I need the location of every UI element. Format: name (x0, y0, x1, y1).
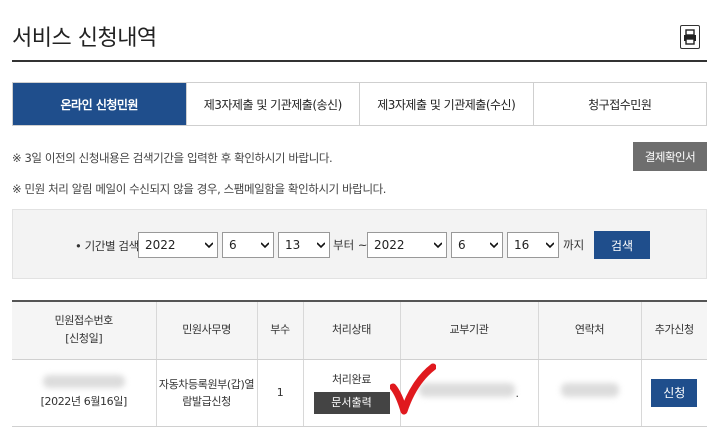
service-name-cell: 자동차등록원부(갑)열 람발급신청 (155, 359, 257, 427)
to-day-select[interactable]: 16 (507, 232, 559, 258)
col-receipt-number-label: 민원접수번호 (54, 314, 114, 328)
application-history-table: 민원접수번호 [신청일] 민원사무명 부수 처리상태 교부기관 연락처 추가신청… (12, 300, 707, 427)
red-checkmark-icon (390, 363, 436, 415)
status-text: 처리완료 (332, 373, 371, 386)
service-name-line1: 자동차등록원부(갑)열 (158, 377, 255, 391)
notice-search-period: ※ 3일 이전의 신청내용은 검색기간을 입력한 후 확인하시기 바랍니다. (12, 151, 333, 165)
col-issuing-agency: 교부기관 (399, 300, 538, 360)
agency-suffix: . (515, 387, 519, 400)
to-day-value: 16 (514, 238, 530, 252)
tab-third-party-sent[interactable]: 제3자제출 및 기관제출(송신) (185, 83, 359, 125)
to-suffix-label: 까지 (563, 238, 585, 252)
to-month-select[interactable]: 6 (451, 232, 503, 258)
tab-bar: 온라인 신청민원 제3자제출 및 기관제출(송신) 제3자제출 및 기관제출(수… (12, 82, 707, 126)
apply-date: [2022년 6월16일] (40, 395, 128, 408)
col-copies: 부수 (256, 300, 303, 360)
service-name-line2: 람발급신청 (182, 394, 231, 408)
to-year-select[interactable]: 2022 (367, 232, 447, 258)
chevron-down-icon (261, 242, 269, 249)
from-year-select[interactable]: 2022 (138, 232, 218, 258)
page-title: 서비스 신청내역 (12, 26, 157, 51)
receipt-number-cell: [2022년 6월16일] (12, 359, 156, 427)
notice-spam-mail: ※ 민원 처리 알림 메일이 수신되지 않을 경우, 스팸메일함을 확인하시기 … (12, 182, 387, 196)
document-print-button[interactable]: 문서출력 (313, 392, 390, 414)
tab-online-applications[interactable]: 온라인 신청민원 (13, 83, 186, 125)
period-search-panel: • 기간별 검색 2022 6 13 부터 ~ 2022 6 16 까지 검색 (12, 209, 707, 279)
tab-third-party-received[interactable]: 제3자제출 및 기관제출(수신) (359, 83, 533, 125)
redacted-contact (560, 383, 619, 397)
tab-claim-received[interactable]: 청구접수민원 (532, 83, 706, 125)
from-day-select[interactable]: 13 (278, 232, 330, 258)
title-divider (12, 60, 707, 62)
col-status: 처리상태 (302, 300, 400, 360)
search-button[interactable]: 검색 (594, 231, 650, 259)
col-receipt-number: 민원접수번호 [신청일] (12, 300, 156, 360)
from-year-value: 2022 (145, 238, 176, 252)
to-month-value: 6 (458, 238, 466, 252)
apply-button[interactable]: 신청 (651, 378, 698, 407)
from-month-value: 6 (229, 238, 237, 252)
table-row: [2022년 6월16일] 자동차등록원부(갑)열 람발급신청 1 처리완료 문… (12, 359, 707, 427)
printer-icon (684, 29, 696, 45)
table-header-row: 민원접수번호 [신청일] 민원사무명 부수 처리상태 교부기관 연락처 추가신청 (12, 300, 707, 360)
payment-receipt-button[interactable]: 결제확인서 (633, 142, 707, 171)
contact-cell (537, 359, 641, 427)
col-apply-date-label: [신청일] (65, 332, 103, 346)
chevron-down-icon (434, 242, 442, 249)
col-service-name: 민원사무명 (155, 300, 257, 360)
chevron-down-icon (205, 242, 213, 249)
to-year-value: 2022 (374, 238, 405, 252)
status-cell: 처리완료 문서출력 (302, 359, 400, 427)
col-additional-request: 추가신청 (640, 300, 707, 360)
copies-cell: 1 (256, 359, 303, 427)
print-button[interactable] (680, 25, 700, 49)
redacted-receipt-number (42, 375, 125, 388)
period-search-label: • 기간별 검색 (75, 239, 139, 253)
from-month-select[interactable]: 6 (222, 232, 274, 258)
chevron-down-icon (490, 242, 498, 249)
chevron-down-icon (546, 242, 554, 249)
additional-request-cell: 신청 (640, 359, 707, 427)
col-contact: 연락처 (537, 300, 641, 360)
from-suffix-label: 부터 ~ (333, 238, 368, 252)
from-day-value: 13 (285, 238, 301, 252)
chevron-down-icon (317, 242, 325, 249)
